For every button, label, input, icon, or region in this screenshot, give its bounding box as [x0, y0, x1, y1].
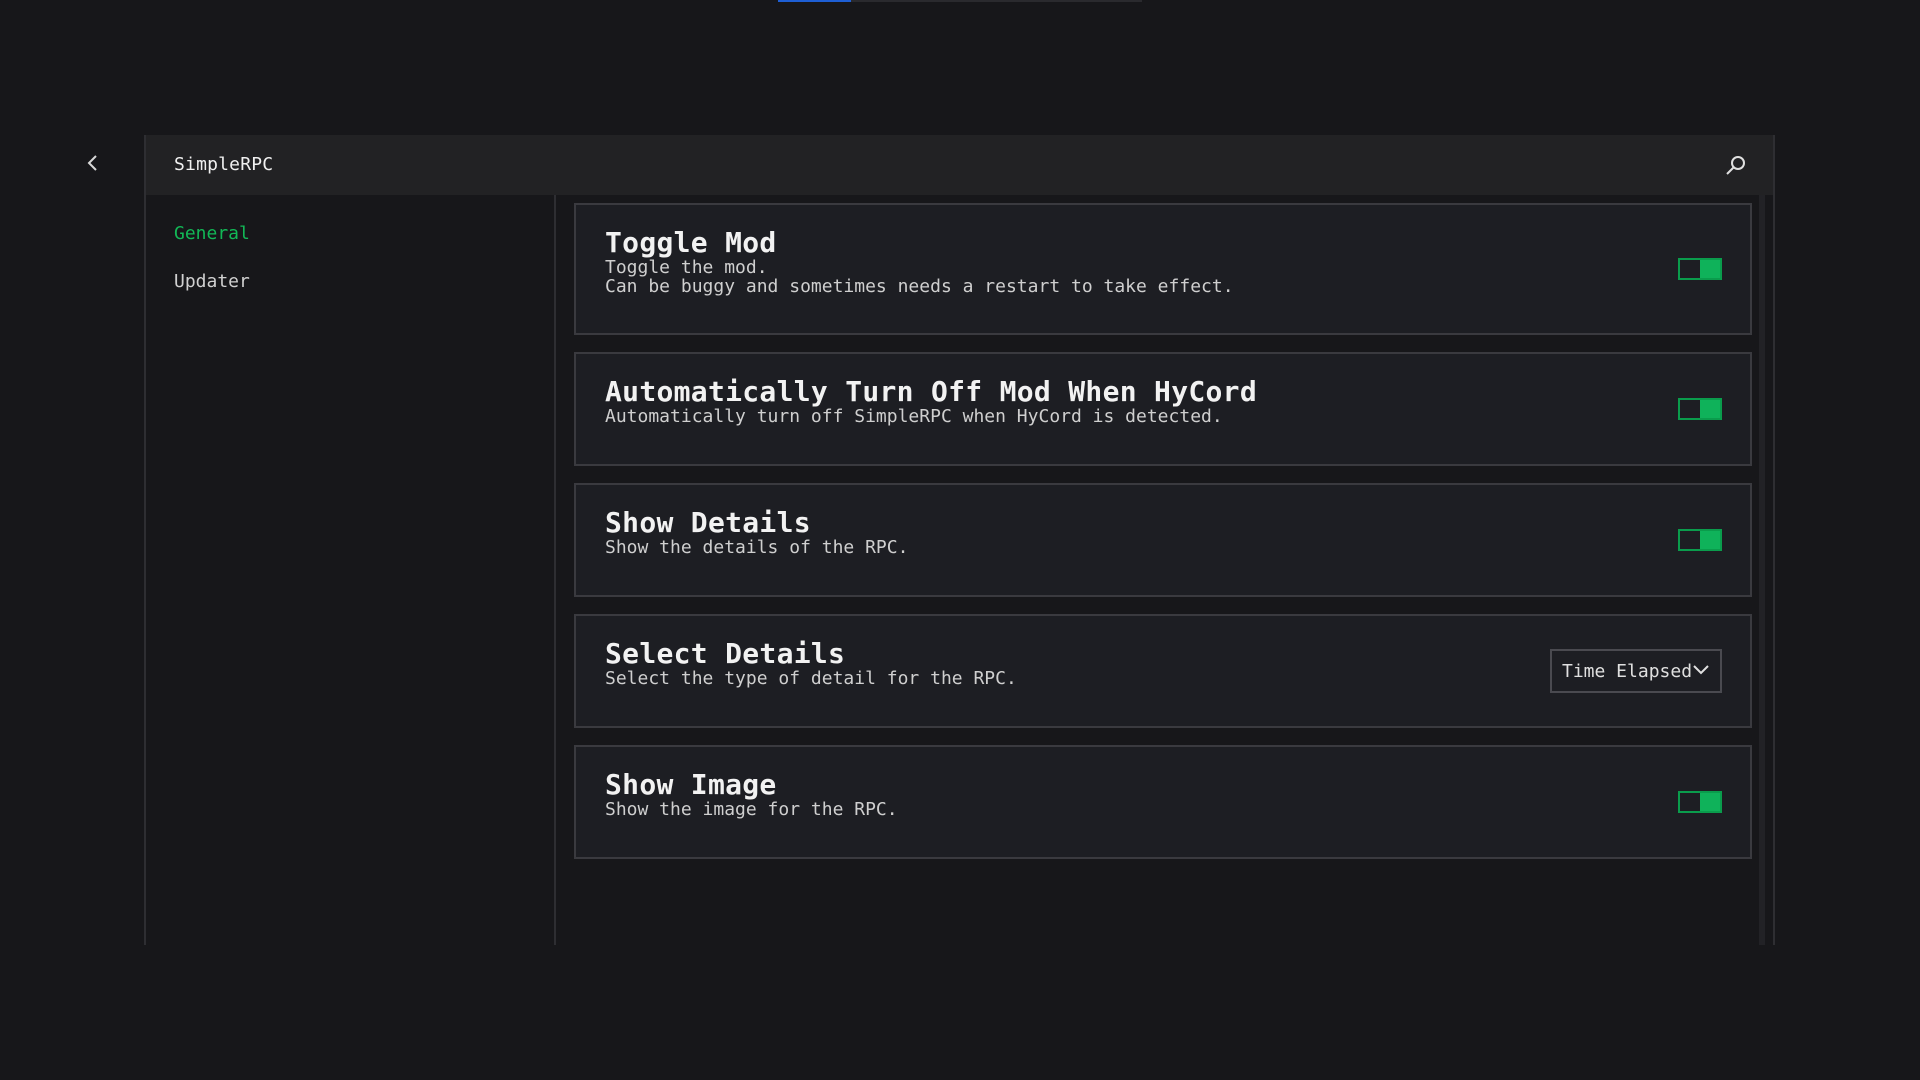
sidebar-item-updater[interactable]: Updater: [174, 271, 250, 292]
toggle-knob: [1700, 400, 1720, 418]
back-button[interactable]: [80, 150, 106, 176]
setting-description: Can be buggy and sometimes needs a resta…: [605, 276, 1234, 297]
setting-title: Automatically Turn Off Mod When HyCord: [605, 375, 1257, 408]
auto-turn-off-switch[interactable]: [1678, 398, 1722, 420]
top-progress-fill: [778, 0, 851, 2]
setting-description: Show the details of the RPC.: [605, 537, 909, 558]
top-progress-bar: [778, 0, 1142, 2]
setting-title: Select Details: [605, 637, 846, 670]
toggle-mod-switch[interactable]: [1678, 258, 1722, 280]
toggle-knob: [1700, 260, 1720, 278]
setting-title: Toggle Mod: [605, 226, 777, 259]
scrollbar[interactable]: [1759, 195, 1765, 945]
setting-description: Automatically turn off SimpleRPC when Hy…: [605, 406, 1223, 427]
title-bar: SimpleRPC: [146, 135, 1773, 195]
sidebar: General Updater: [146, 195, 556, 945]
show-image-switch[interactable]: [1678, 791, 1722, 813]
chevron-down-icon: [1693, 665, 1709, 675]
search-icon: [1726, 156, 1745, 175]
show-details-switch[interactable]: [1678, 529, 1722, 551]
sidebar-item-general[interactable]: General: [174, 223, 250, 244]
setting-description: Select the type of detail for the RPC.: [605, 668, 1017, 689]
dropdown-selected-value: Time Elapsed: [1562, 660, 1693, 682]
sidebar-item-label: General: [174, 223, 250, 244]
setting-title: Show Image: [605, 768, 777, 801]
settings-window: SimpleRPC General Updater Toggle Mod Tog…: [144, 135, 1775, 945]
chevron-left-icon: [87, 155, 97, 171]
setting-card-auto-turn-off: Automatically Turn Off Mod When HyCord A…: [574, 352, 1752, 466]
setting-description: Show the image for the RPC.: [605, 799, 898, 820]
toggle-knob: [1700, 793, 1720, 811]
setting-card-select-details: Select Details Select the type of detail…: [574, 614, 1752, 728]
setting-description: Toggle the mod.: [605, 257, 768, 278]
toggle-knob: [1700, 531, 1720, 549]
setting-card-show-details: Show Details Show the details of the RPC…: [574, 483, 1752, 597]
window-title: SimpleRPC: [174, 154, 274, 175]
settings-list: Toggle Mod Toggle the mod. Can be buggy …: [574, 203, 1752, 876]
select-details-dropdown[interactable]: Time Elapsed: [1550, 649, 1722, 693]
setting-card-toggle-mod: Toggle Mod Toggle the mod. Can be buggy …: [574, 203, 1752, 335]
setting-card-show-image: Show Image Show the image for the RPC.: [574, 745, 1752, 859]
setting-title: Show Details: [605, 506, 811, 539]
sidebar-item-label: Updater: [174, 271, 250, 292]
search-button[interactable]: [1723, 152, 1749, 178]
